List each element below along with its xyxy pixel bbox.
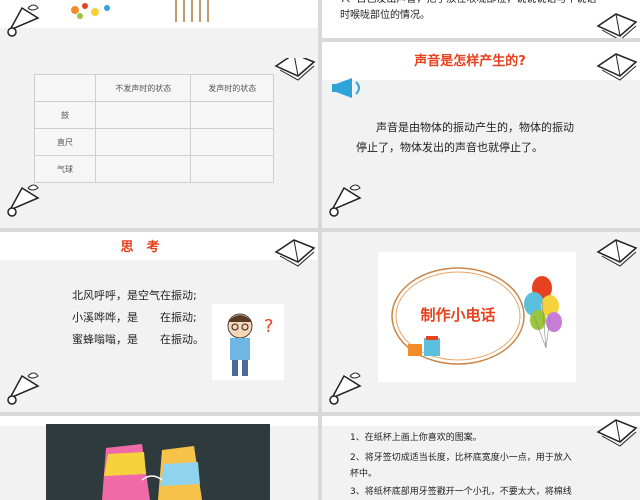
think-line: 小溪哗哗，是 在振动; xyxy=(72,311,197,324)
book-icon xyxy=(594,6,640,38)
chopsticks-photo xyxy=(148,0,228,26)
crafts-photo xyxy=(55,0,135,22)
table-row: 直尺 xyxy=(34,128,274,156)
thinking-boy-illustration: ? xyxy=(212,304,284,380)
slide-title: 思 考 xyxy=(120,240,160,255)
slide-paragraph: 停止了，物体发出的声音也就停止了。 xyxy=(356,141,543,154)
bell-icon xyxy=(324,180,370,220)
slide-5: 思 考 北风呼呼，是空气在振动; 小溪哗哗，是 在振动; 蜜蜂嗡嗡，是 在振动。… xyxy=(0,232,318,412)
slide-1 xyxy=(0,0,318,58)
slide-header-band xyxy=(322,416,640,426)
paper-cups-photo xyxy=(46,424,270,500)
megaphone-icon xyxy=(332,74,366,106)
table-row: 气球 xyxy=(34,155,274,183)
book-icon xyxy=(272,58,318,86)
slide-7 xyxy=(0,416,318,500)
table-row-label: 直尺 xyxy=(34,128,96,156)
slide-8: 1、在纸杯上画上你喜欢的图案。 2、将牙签切成适当长度，比杯底宽度小一点，用于放… xyxy=(322,416,640,500)
step-line: 3、将纸杯底部用牙签戳开一个小孔，不要太大，将棉线 xyxy=(350,487,572,497)
table-row: 鼓 xyxy=(34,101,274,129)
bell-icon xyxy=(2,368,48,408)
step-line: 杯中。 xyxy=(350,469,378,479)
slide-paragraph: 声音是由物体的振动产生的，物体的振动 xyxy=(376,121,574,134)
bell-icon xyxy=(2,0,48,40)
book-icon xyxy=(272,232,318,272)
table-row-label: 鼓 xyxy=(34,101,96,129)
table-cell xyxy=(190,128,274,156)
table-header-row: 不发声时的状态 发声时的状态 xyxy=(34,74,274,102)
step-line: 1、在纸杯上画上你喜欢的图案。 xyxy=(350,433,482,443)
slide-6: 制作小电话 xyxy=(322,232,640,412)
book-icon xyxy=(594,416,640,452)
table-header-cell: 不发声时的状态 xyxy=(94,74,192,102)
table-cell xyxy=(190,101,274,129)
table-cell xyxy=(94,101,192,129)
slide-2: 不发声时的状态 发声时的状态 鼓 直尺 气球 xyxy=(0,58,318,228)
table-header-cell xyxy=(34,74,96,102)
title-panel: 制作小电话 xyxy=(378,252,576,382)
bell-icon xyxy=(324,368,370,408)
think-line: 北风呼呼，是空气在振动; xyxy=(72,289,197,302)
slide-title: 声音是怎样产生的? xyxy=(414,54,526,69)
table-header-cell: 发声时的状态 xyxy=(190,74,274,102)
table-row-label: 气球 xyxy=(34,155,96,183)
table-cell xyxy=(94,128,192,156)
book-icon xyxy=(594,232,640,272)
sound-state-table: 不发声时的状态 发声时的状态 鼓 直尺 气球 xyxy=(34,74,274,183)
slide-3-header: 7、自己发出声音，把手放在喉咙部位，说说说话与不说话 时喉咙部位的情况。 xyxy=(322,0,640,38)
table-cell xyxy=(94,155,192,183)
table-cell xyxy=(190,155,274,183)
think-line: 蜜蜂嗡嗡，是 在振动。 xyxy=(72,333,204,346)
slide-title: 制作小电话 xyxy=(420,306,496,324)
step-line: 2、将牙签切成适当长度，比杯底宽度小一点，用于放入 xyxy=(350,453,572,463)
book-icon xyxy=(594,46,640,86)
slide-4: 声音是怎样产生的? 声音是由物体的振动产生的，物体的振动 停止了，物体发出的声音… xyxy=(322,42,640,228)
bell-icon xyxy=(2,180,48,220)
slide-1-line: 时喉咙部位的情况。 xyxy=(340,10,430,21)
svg-text:?: ? xyxy=(264,316,274,337)
